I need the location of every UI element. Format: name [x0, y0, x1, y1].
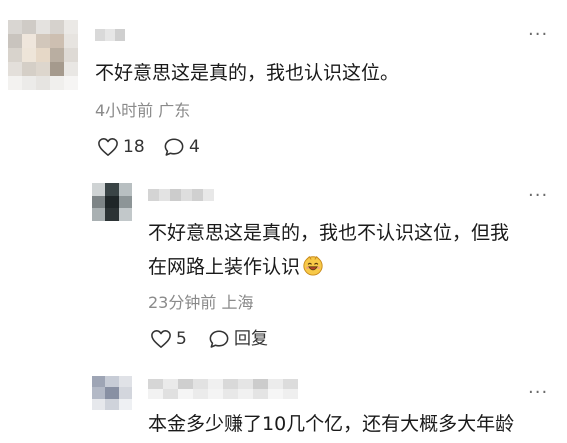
like-count: 5: [176, 329, 187, 349]
username[interactable]: [148, 379, 298, 399]
comment-meta: 23分钟前 上海: [148, 293, 254, 312]
comment-meta: 4小时前 广东: [95, 101, 191, 120]
more-options-button[interactable]: ···: [528, 384, 548, 402]
comment-text: 本金多少赚了10几个亿，还有大概多大年龄: [148, 413, 515, 435]
speech-bubble-icon: [164, 138, 184, 156]
comment-thread: ··· 不好意思这是真的，我也认识这位。 4小时前 广东 18 4 ··· 不好…: [0, 0, 567, 443]
speech-bubble-icon: [209, 330, 229, 348]
reply-count: 4: [189, 137, 200, 157]
username[interactable]: [95, 29, 125, 41]
username[interactable]: [148, 189, 214, 201]
comment-text: 不好意思这是真的，我也不认识这位，但我 在网路上装作认识: [148, 216, 509, 284]
reply-button[interactable]: 回复: [208, 329, 268, 349]
heart-outline-icon: [98, 138, 118, 156]
more-options-button[interactable]: ···: [528, 26, 548, 44]
like-button[interactable]: 5: [150, 329, 187, 349]
avatar[interactable]: [92, 376, 132, 410]
avatar[interactable]: [8, 20, 78, 90]
laughing-face-emoji-icon: [303, 256, 323, 276]
more-options-button[interactable]: ···: [528, 187, 548, 205]
avatar[interactable]: [92, 183, 132, 221]
reply-label: 回复: [234, 329, 268, 349]
reply-count-button[interactable]: 4: [163, 137, 200, 157]
comment-text-line: 不好意思这是真的，我也不认识这位，但我: [148, 222, 510, 244]
heart-outline-icon: [151, 330, 171, 348]
like-button[interactable]: 18: [97, 137, 145, 157]
comment-text-line: 在网路上装作认识: [148, 250, 509, 284]
comment-text: 不好意思这是真的，我也认识这位。: [95, 62, 400, 84]
like-count: 18: [123, 137, 145, 157]
